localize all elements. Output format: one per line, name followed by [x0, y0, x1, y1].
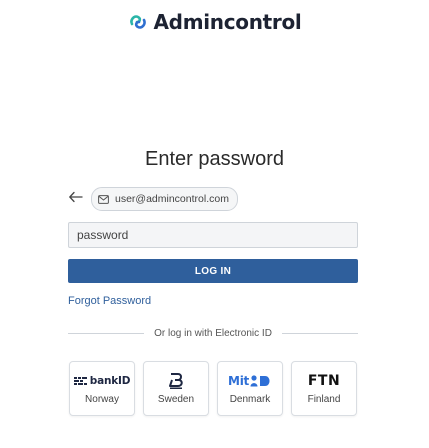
- divider-line-left: [68, 333, 145, 334]
- admincontrol-logo-icon: [129, 15, 146, 29]
- ftn-logo-text: FTN: [307, 373, 341, 389]
- account-email-chip: user@admincontrol.com: [91, 187, 238, 211]
- eid-provider-label: Sweden: [157, 394, 195, 405]
- bankid-sweden-mark: [169, 373, 183, 389]
- mail-icon: [98, 194, 109, 204]
- password-input[interactable]: [68, 222, 358, 248]
- eid-provider-label: Norway: [85, 394, 119, 405]
- mitid-icon: Mit: [228, 372, 272, 390]
- login-button[interactable]: LOG IN: [68, 259, 358, 283]
- ftn-icon: FTN: [308, 372, 340, 390]
- electronic-id-divider: Or log in with Electronic ID: [68, 328, 359, 339]
- mitid-logo-text: Mit: [228, 374, 249, 388]
- eid-provider-label: Denmark: [229, 394, 271, 405]
- brand-logo: Admincontrol: [0, 10, 429, 34]
- arrow-left-icon[interactable]: [68, 189, 84, 205]
- eid-provider-norway[interactable]: bankID Norway: [69, 361, 135, 416]
- bankid-logo-text: bankID: [89, 375, 131, 387]
- eid-provider-denmark[interactable]: Mit Denmark: [217, 361, 283, 416]
- mitid-mark: [250, 375, 270, 387]
- eid-provider-label: Finland: [307, 394, 341, 405]
- page-title: Enter password: [145, 148, 284, 170]
- bankid-norway-icon: bankID: [73, 372, 131, 390]
- electronic-id-providers: bankID Norway Sweden Mit Denmark FTN Fin…: [69, 361, 357, 416]
- bankid-norway-mark: [73, 377, 87, 385]
- divider-line-right: [281, 333, 359, 334]
- forgot-password-link[interactable]: Forgot Password: [68, 295, 151, 307]
- brand-name: Admincontrol: [153, 10, 302, 34]
- divider-text: Or log in with Electronic ID: [154, 328, 272, 339]
- eid-provider-finland[interactable]: FTN Finland: [291, 361, 357, 416]
- eid-provider-sweden[interactable]: Sweden: [143, 361, 209, 416]
- bankid-sweden-icon: [167, 372, 185, 390]
- account-email: user@admincontrol.com: [115, 193, 229, 205]
